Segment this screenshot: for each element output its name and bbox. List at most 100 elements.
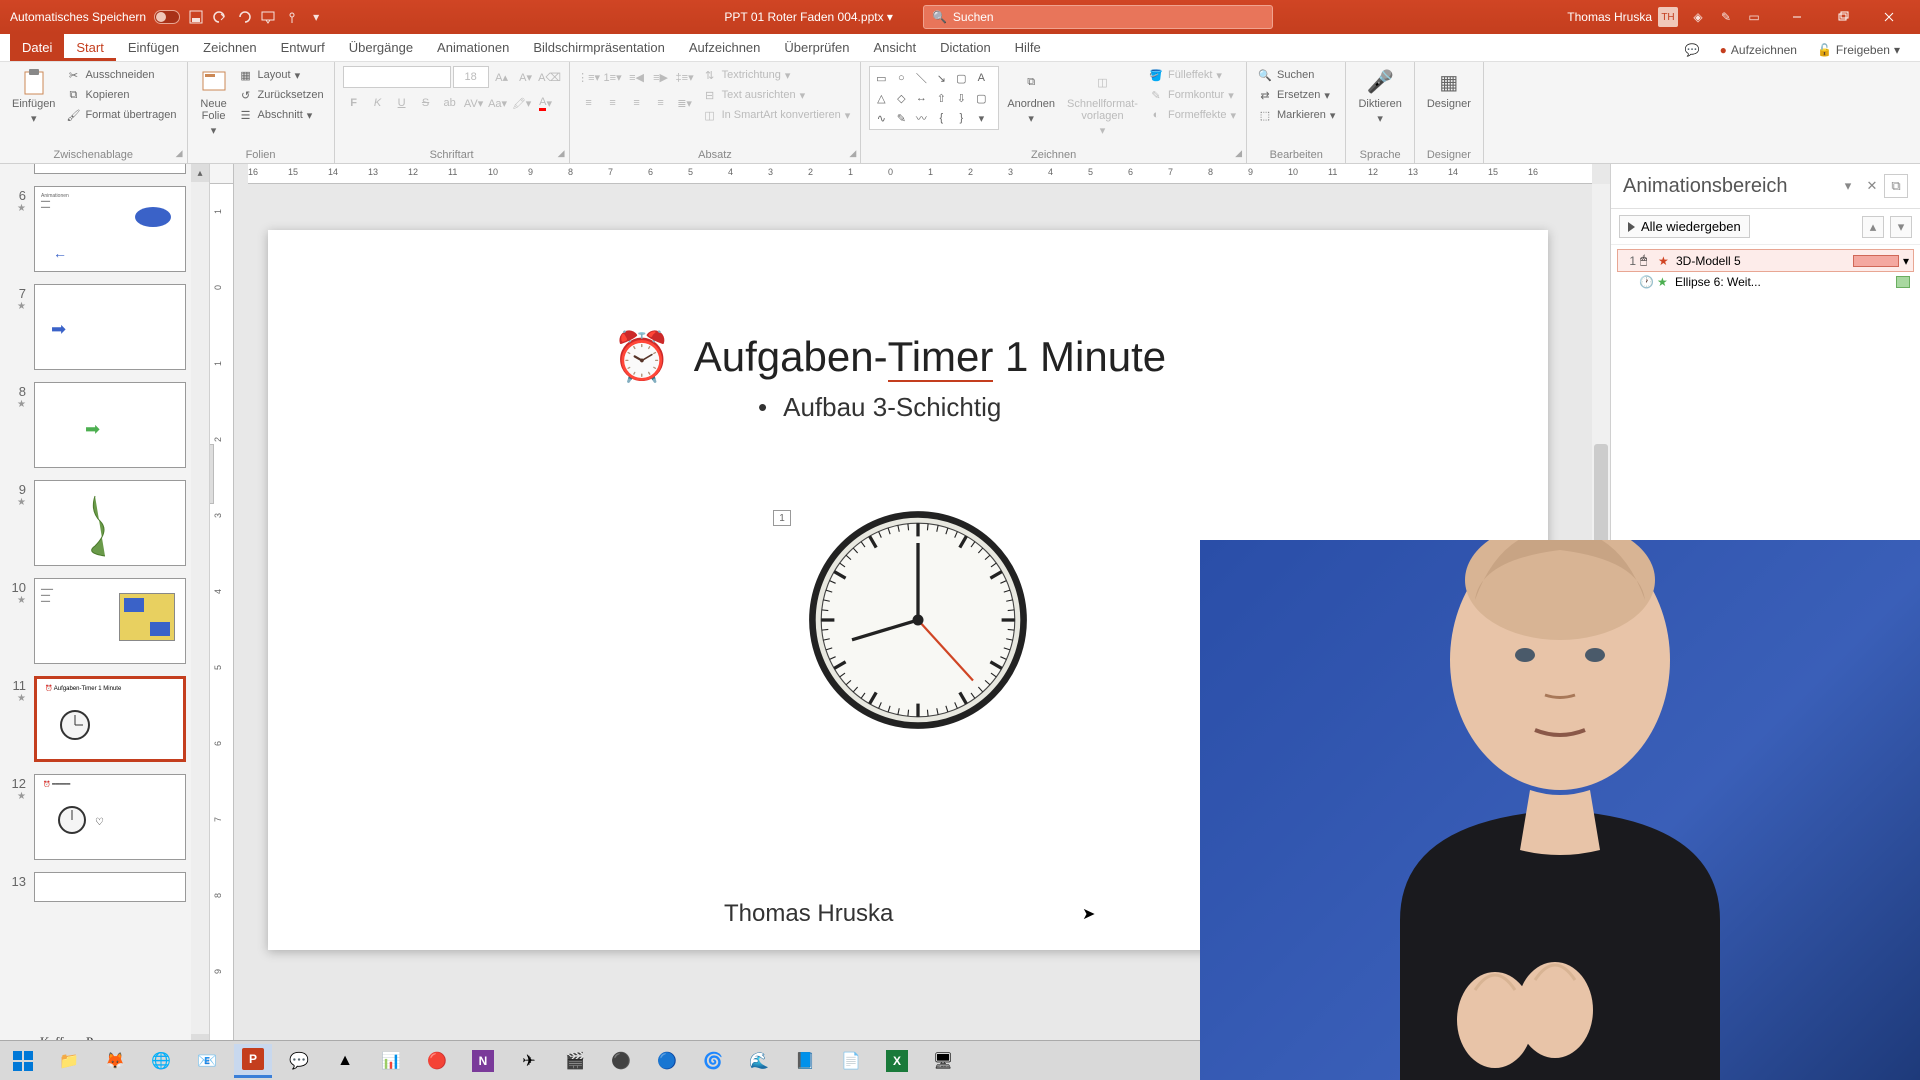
vlc-icon[interactable]: ▲ — [326, 1044, 364, 1078]
shape-more-icon[interactable]: ▾ — [972, 109, 990, 127]
columns-icon[interactable]: ≣▾ — [674, 92, 696, 114]
dialog-launcher-icon[interactable]: ◢ — [849, 148, 856, 159]
pane-close-icon[interactable]: ✕ — [1860, 174, 1884, 198]
shape-freeform-icon[interactable]: ✎ — [892, 109, 910, 127]
close-button[interactable] — [1866, 0, 1912, 34]
shape-brace-icon[interactable]: { — [932, 109, 950, 127]
bullets-icon[interactable]: ⋮≡▾ — [578, 66, 600, 88]
shape-diamond-icon[interactable]: ◇ — [892, 89, 910, 107]
thumbnail-slide-5[interactable]: 5▪ ▪ ▪▪ ▪ ▪▪ ▪ ▪ — [8, 164, 201, 174]
touch-mode-icon[interactable] — [284, 9, 300, 25]
new-slide-button[interactable]: Neue Folie▾ — [196, 66, 232, 139]
horizontal-ruler[interactable]: 1615141312111098765432101234567891011121… — [248, 164, 1592, 184]
present-from-start-icon[interactable] — [260, 9, 276, 25]
copy-button[interactable]: ⧉Kopieren — [63, 86, 178, 104]
edge-icon[interactable]: 🌊 — [740, 1044, 778, 1078]
restore-button[interactable] — [1820, 0, 1866, 34]
align-text-button[interactable]: ⊟Text ausrichten ▾ — [700, 86, 853, 104]
onenote-icon[interactable]: N — [464, 1044, 502, 1078]
change-case-icon[interactable]: Aa▾ — [487, 92, 509, 114]
tab-help[interactable]: Hilfe — [1003, 34, 1053, 61]
firefox-icon[interactable]: 🦊 — [96, 1044, 134, 1078]
align-right-icon[interactable]: ≡ — [626, 92, 648, 114]
tab-animations[interactable]: Animationen — [425, 34, 521, 61]
ribbon-display-icon[interactable]: ▭ — [1746, 9, 1762, 25]
pane-splitter[interactable] — [210, 444, 214, 504]
excel-icon[interactable]: X — [878, 1044, 916, 1078]
record-button[interactable]: ●Aufzeichnen — [1710, 39, 1807, 61]
user-account[interactable]: Thomas Hruska TH — [1567, 7, 1678, 27]
clear-formatting-icon[interactable]: A⌫ — [539, 66, 561, 88]
increase-indent-icon[interactable]: ≡▶ — [650, 66, 672, 88]
pane-popout-icon[interactable]: ⧉ — [1884, 174, 1908, 198]
app-icon-5[interactable]: 🔵 — [648, 1044, 686, 1078]
move-down-button[interactable]: ▾ — [1890, 216, 1912, 238]
shape-rect2-icon[interactable]: ▢ — [952, 69, 970, 87]
tab-design[interactable]: Entwurf — [269, 34, 337, 61]
outlook-icon[interactable]: 📧 — [188, 1044, 226, 1078]
tab-draw[interactable]: Zeichnen — [191, 34, 268, 61]
font-size-combo[interactable]: 18 — [453, 66, 489, 88]
underline-icon[interactable]: U — [391, 92, 413, 114]
app-icon-3[interactable]: 🔴 — [418, 1044, 456, 1078]
shape-roundrect-icon[interactable]: ▢ — [972, 89, 990, 107]
select-button[interactable]: ⬚Markieren ▾ — [1255, 106, 1337, 124]
shape-oval-icon[interactable]: ○ — [892, 69, 910, 87]
decrease-indent-icon[interactable]: ≡◀ — [626, 66, 648, 88]
find-button[interactable]: 🔍Suchen — [1255, 66, 1337, 84]
vertical-ruler[interactable]: 10123456789 — [210, 184, 234, 1052]
search-box[interactable]: 🔍 Suchen — [923, 5, 1273, 29]
tab-file[interactable]: Datei — [10, 34, 64, 61]
move-up-button[interactable]: ▴ — [1862, 216, 1884, 238]
align-center-icon[interactable]: ≡ — [602, 92, 624, 114]
animation-item-1[interactable]: 1 🖱 ★ 3D-Modell 5 ▾ — [1617, 249, 1914, 272]
tab-record[interactable]: Aufzeichnen — [677, 34, 773, 61]
tab-transitions[interactable]: Übergänge — [337, 34, 425, 61]
tab-view[interactable]: Ansicht — [861, 34, 928, 61]
app-icon-6[interactable]: 🌀 — [694, 1044, 732, 1078]
shape-fill-button[interactable]: 🪣Fülleffekt ▾ — [1146, 66, 1238, 84]
item-dropdown-icon[interactable]: ▾ — [1903, 254, 1909, 268]
undo-icon[interactable] — [212, 9, 228, 25]
char-spacing-icon[interactable]: AV▾ — [463, 92, 485, 114]
shape-curve-icon[interactable]: ∿ — [872, 109, 890, 127]
shape-arrow-icon[interactable]: ↘ — [932, 69, 950, 87]
redo-icon[interactable] — [236, 9, 252, 25]
app-icon-8[interactable]: 📄 — [832, 1044, 870, 1078]
comments-button[interactable]: 💬 — [1675, 39, 1710, 61]
cut-button[interactable]: ✂Ausschneiden — [63, 66, 178, 84]
telegram-icon[interactable]: ✈ — [510, 1044, 548, 1078]
section-button[interactable]: ☰Abschnitt ▾ — [236, 106, 326, 124]
shape-brace2-icon[interactable]: } — [952, 109, 970, 127]
shadow-icon[interactable]: ab — [439, 92, 461, 114]
decrease-font-icon[interactable]: A▾ — [515, 66, 537, 88]
autosave-toggle[interactable]: Automatisches Speichern — [10, 10, 180, 24]
slide-author[interactable]: Thomas Hruska — [724, 900, 893, 928]
align-left-icon[interactable]: ≡ — [578, 92, 600, 114]
thumbnail-slide-9[interactable]: 9★ — [8, 480, 201, 566]
shape-up-arrow-icon[interactable]: ⇧ — [932, 89, 950, 107]
bold-icon[interactable]: F — [343, 92, 365, 114]
dialog-launcher-icon[interactable]: ◢ — [176, 148, 183, 159]
animation-order-tag[interactable]: 1 — [773, 510, 791, 526]
powerpoint-icon[interactable]: P — [234, 1044, 272, 1078]
dialog-launcher-icon[interactable]: ◢ — [558, 148, 565, 159]
shape-effects-button[interactable]: ◐Formeffekte ▾ — [1146, 106, 1238, 124]
thumbnail-slide-6[interactable]: 6★Animationen━━━━━━← — [8, 186, 201, 272]
animation-item-2[interactable]: 🕐 ★ Ellipse 6: Weit... — [1617, 272, 1914, 292]
font-name-combo[interactable] — [343, 66, 451, 88]
minimize-button[interactable] — [1774, 0, 1820, 34]
thumbnail-slide-8[interactable]: 8★➡ — [8, 382, 201, 468]
shape-down-arrow-icon[interactable]: ⇩ — [952, 89, 970, 107]
app-icon-9[interactable]: 🖥 — [924, 1044, 962, 1078]
app-icon-7[interactable]: 📘 — [786, 1044, 824, 1078]
chrome-icon[interactable]: 🌐 — [142, 1044, 180, 1078]
layout-button[interactable]: ▦Layout ▾ — [236, 66, 326, 84]
tab-dictation[interactable]: Dictation — [928, 34, 1003, 61]
shape-line-icon[interactable]: ＼ — [912, 69, 930, 87]
designer-button[interactable]: ▦Designer — [1423, 66, 1475, 112]
thumbnail-slide-7[interactable]: 7★➡ — [8, 284, 201, 370]
tab-insert[interactable]: Einfügen — [116, 34, 191, 61]
shape-outline-button[interactable]: ✎Formkontur ▾ — [1146, 86, 1238, 104]
replace-button[interactable]: ⇄Ersetzen ▾ — [1255, 86, 1337, 104]
